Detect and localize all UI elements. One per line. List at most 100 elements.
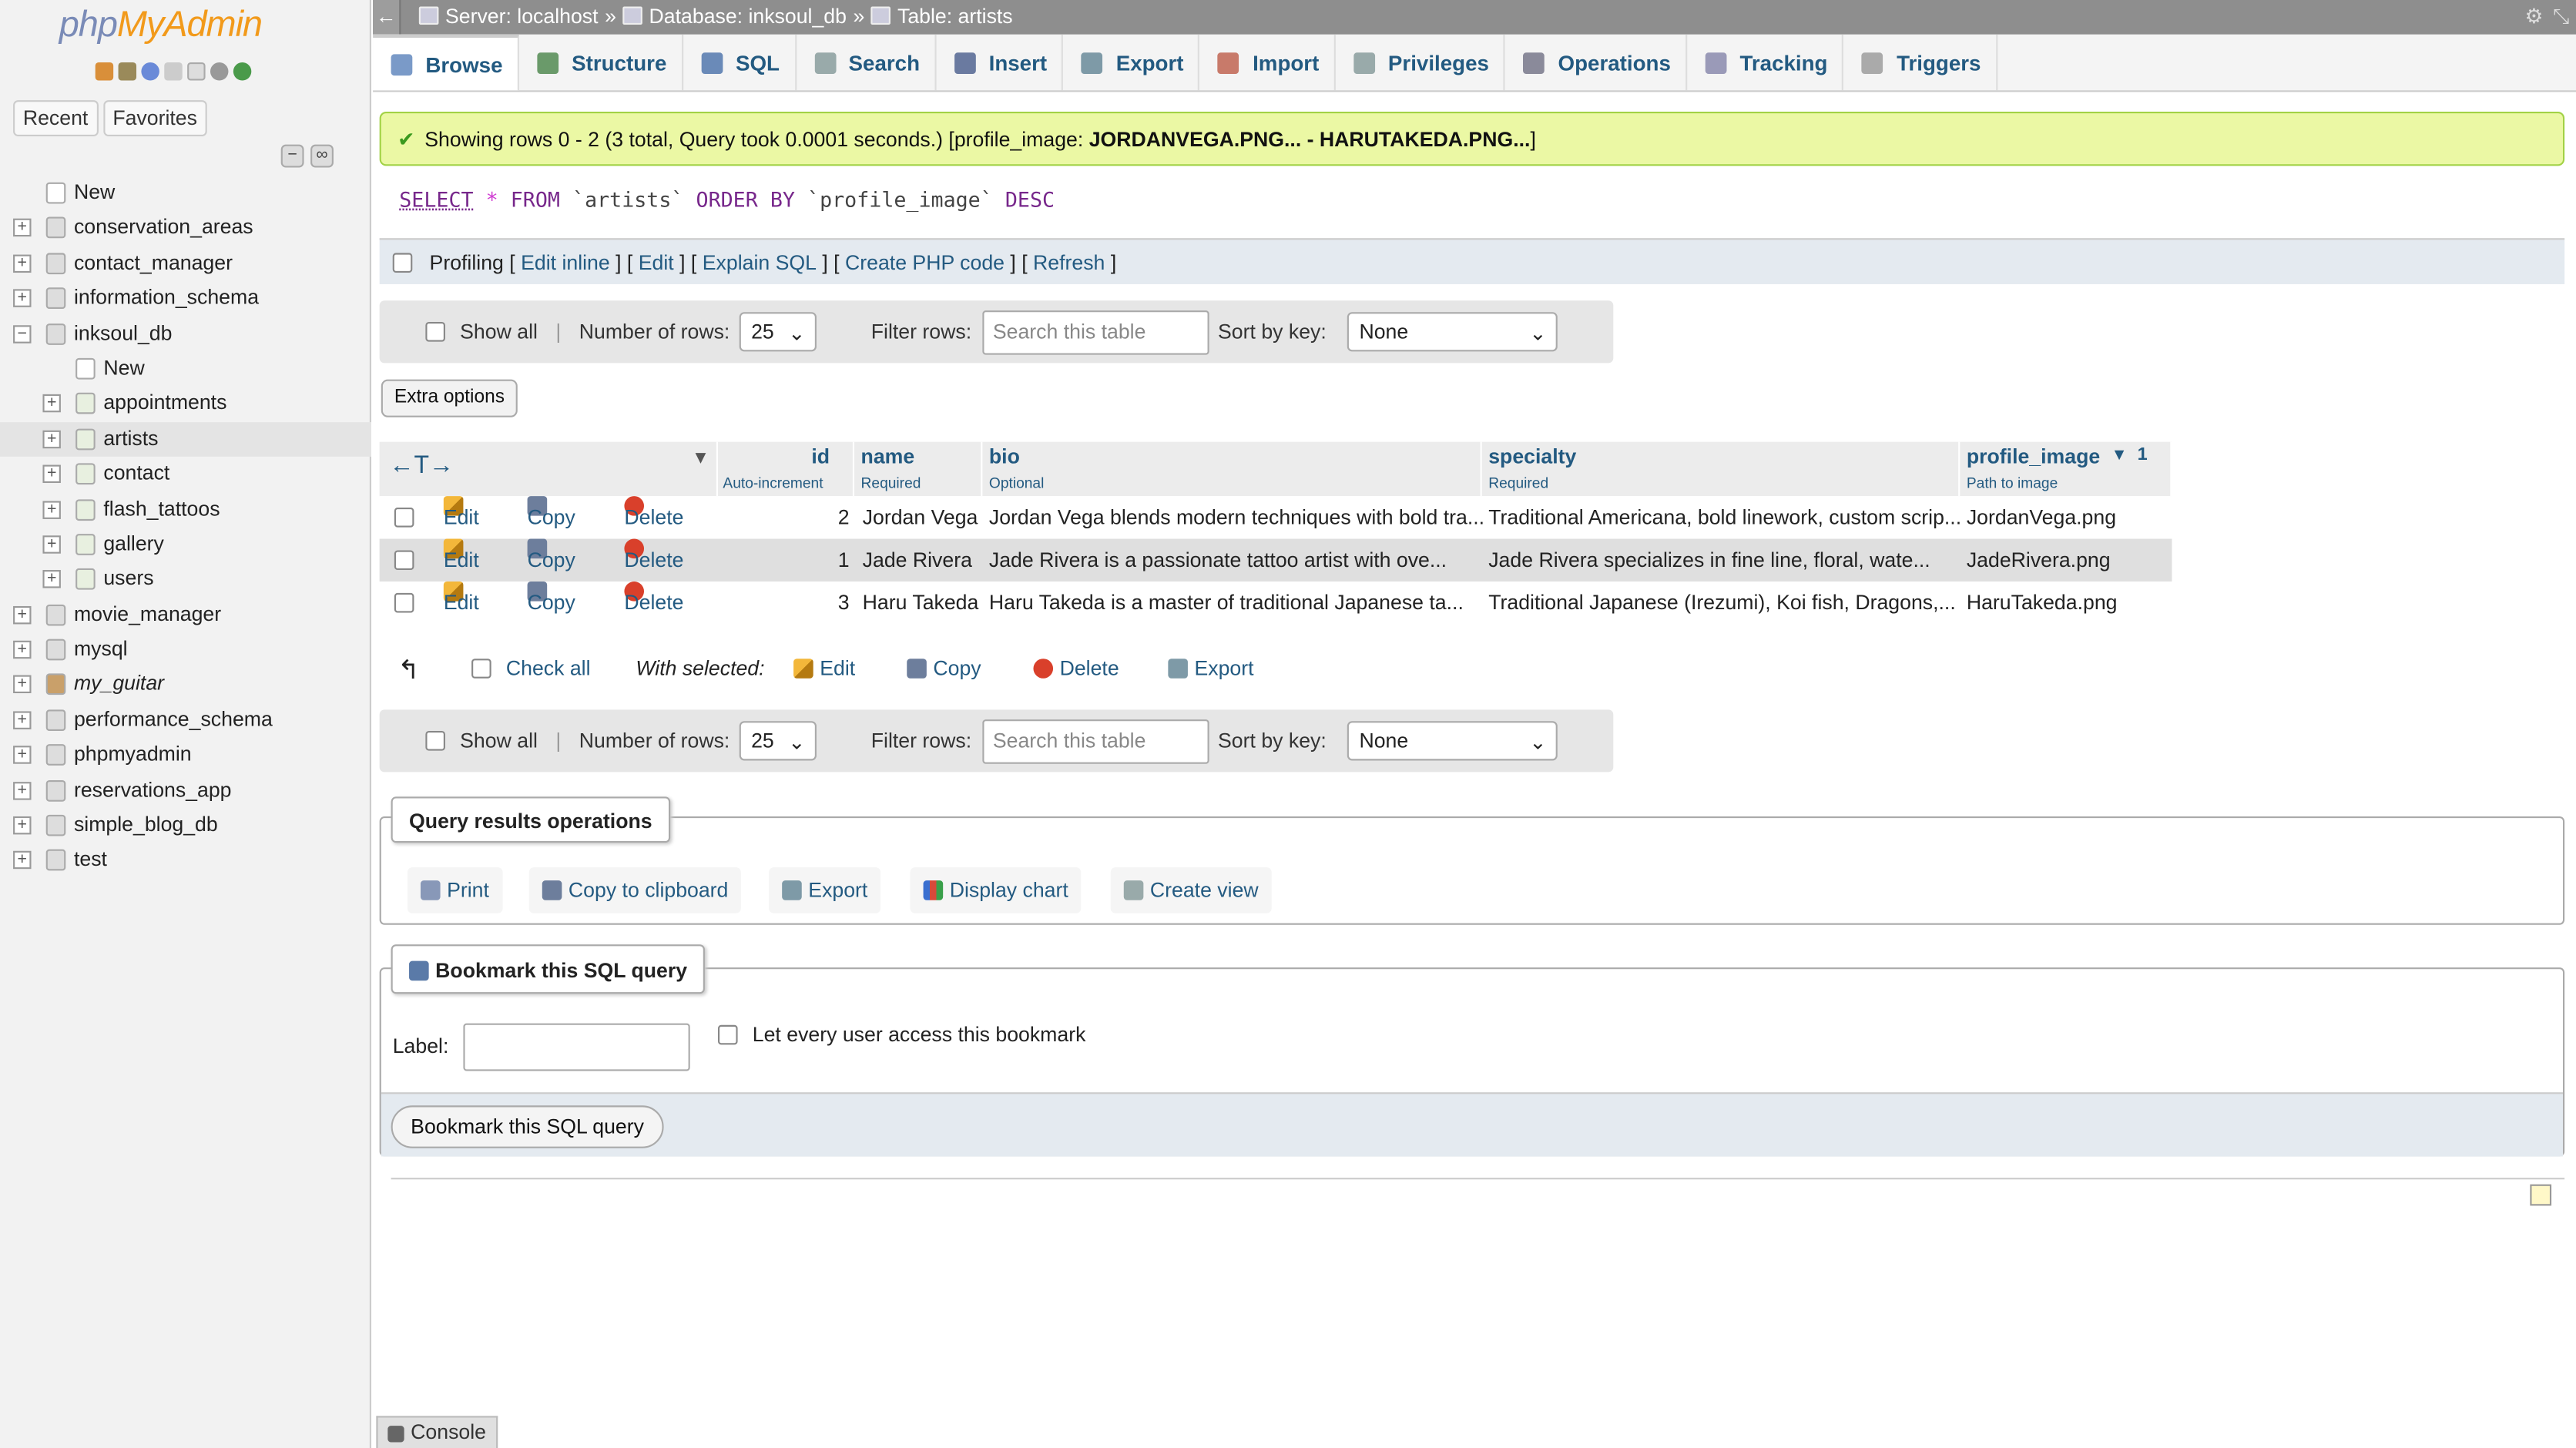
link-icon[interactable]: ∞ — [310, 144, 334, 168]
share-bookmark-checkbox[interactable] — [717, 1024, 738, 1045]
breadcrumb-server[interactable]: Server: localhost — [418, 0, 599, 35]
tree-item-database[interactable]: − inksoul_db — [0, 317, 371, 352]
tab-structure[interactable]: Structure — [519, 34, 683, 91]
cell-bio[interactable]: Jade Rivera is a passionate tattoo artis… — [989, 539, 1447, 582]
favorites-tab[interactable]: Favorites — [102, 100, 207, 137]
docs-icon[interactable] — [164, 62, 183, 81]
bulk-edit-button[interactable]: Edit — [793, 657, 855, 680]
tree-item-database[interactable]: + my_guitar — [0, 668, 371, 703]
column-arrows-icon[interactable]: ←T→ — [389, 451, 454, 479]
tree-item-database[interactable]: + information_schema — [0, 281, 371, 317]
row-checkbox[interactable] — [394, 592, 414, 613]
cell-name[interactable]: Jordan Vega — [863, 496, 978, 538]
collapse-icon[interactable]: − — [13, 324, 32, 343]
expand-icon[interactable]: + — [13, 605, 32, 624]
cell-id[interactable]: 2 — [838, 496, 850, 538]
create-php-link[interactable]: Create PHP code — [845, 250, 1005, 273]
cell-bio[interactable]: Jordan Vega blends modern techniques wit… — [989, 496, 1484, 538]
extra-options-button[interactable]: Extra options — [381, 379, 518, 417]
reload-icon[interactable] — [233, 62, 252, 81]
tree-item-database[interactable]: New — [0, 176, 371, 211]
row-checkbox[interactable] — [394, 550, 414, 571]
tab-browse[interactable]: Browse — [373, 34, 519, 91]
expand-icon[interactable]: + — [13, 254, 32, 273]
tree-item-table[interactable]: New — [0, 351, 371, 387]
column-header-id[interactable]: id Auto-increment — [718, 441, 855, 497]
bulk-delete-button[interactable]: Delete — [1033, 657, 1119, 680]
tree-item-table[interactable]: + flash_tattoos — [0, 492, 371, 528]
tree-item-table[interactable]: + appointments — [0, 387, 371, 422]
expand-icon[interactable]: + — [13, 781, 32, 799]
column-header-specialty[interactable]: specialty Required — [1482, 441, 1961, 497]
row-checkbox[interactable] — [394, 508, 414, 528]
tab-tracking[interactable]: Tracking — [1687, 34, 1844, 91]
tree-item-database[interactable]: + conservation_areas — [0, 211, 371, 246]
bulk-copy-button[interactable]: Copy — [907, 657, 981, 680]
tree-item-table[interactable]: + users — [0, 562, 371, 598]
tree-item-database[interactable]: + phpmyadmin — [0, 738, 371, 773]
show-all-checkbox[interactable] — [425, 322, 445, 342]
edit-link[interactable]: Edit — [639, 250, 674, 273]
cell-id[interactable]: 1 — [838, 539, 850, 582]
expand-icon[interactable]: + — [42, 430, 61, 448]
expand-icon[interactable]: + — [13, 711, 32, 729]
display-chart-button[interactable]: Display chart — [910, 867, 1082, 913]
tree-item-database[interactable]: + reservations_app — [0, 773, 371, 809]
cell-specialty[interactable]: Traditional Japanese (Irezumi), Koi fish… — [1488, 582, 1956, 624]
expand-icon[interactable]: + — [13, 746, 32, 765]
bookmark-query-button[interactable]: Bookmark this SQL query — [391, 1105, 664, 1148]
gear-icon[interactable]: ⚙ — [2524, 0, 2543, 35]
expand-icon[interactable]: + — [13, 219, 32, 237]
tab-import[interactable]: Import — [1200, 34, 1336, 91]
number-of-rows-select[interactable]: 25 ⌄ — [740, 721, 817, 761]
tab-search[interactable]: Search — [796, 34, 937, 91]
bulk-export-button[interactable]: Export — [1168, 657, 1254, 680]
number-of-rows-select[interactable]: 25 ⌄ — [740, 312, 817, 352]
check-all-checkbox[interactable] — [471, 659, 491, 679]
expand-icon[interactable]: + — [42, 464, 61, 484]
console-button[interactable]: Console — [376, 1416, 498, 1448]
tab-sql[interactable]: SQL — [683, 34, 797, 91]
tree-item-database[interactable]: + performance_schema — [0, 702, 371, 738]
cell-name[interactable]: Jade Rivera — [863, 539, 972, 582]
refresh-link[interactable]: Refresh — [1033, 250, 1105, 273]
copy-to-clipboard-button[interactable]: Copy to clipboard — [528, 867, 742, 913]
show-all-checkbox[interactable] — [425, 731, 445, 751]
cell-specialty[interactable]: Jade Rivera specializes in fine line, fl… — [1488, 539, 1930, 582]
recent-tab[interactable]: Recent — [13, 100, 99, 137]
tree-item-table[interactable]: + contact — [0, 457, 371, 492]
breadcrumb-database[interactable]: Database: inksoul_db — [622, 0, 847, 35]
tree-item-database[interactable]: + mysql — [0, 632, 371, 668]
back-arrow-icon[interactable]: ← — [373, 0, 401, 35]
cell-bio[interactable]: Haru Takeda is a master of traditional J… — [989, 582, 1464, 624]
tree-item-table[interactable]: + gallery — [0, 527, 371, 562]
sort-by-key-select[interactable]: None ⌄ — [1347, 721, 1558, 761]
column-header-bio[interactable]: bio Optional — [982, 441, 1482, 497]
expand-icon[interactable]: + — [42, 500, 61, 518]
tree-item-table[interactable]: + artists — [0, 421, 371, 458]
tab-insert[interactable]: Insert — [936, 34, 1064, 91]
expand-icon[interactable]: + — [42, 394, 61, 414]
explain-sql-link[interactable]: Explain SQL — [703, 250, 817, 273]
sort-dropdown-icon[interactable]: ▼ — [692, 448, 709, 468]
expand-icon[interactable]: + — [13, 640, 32, 659]
tab-triggers[interactable]: Triggers — [1844, 34, 1997, 91]
cell-profile-image[interactable]: HaruTakeda.png — [1967, 582, 2118, 624]
settings-icon[interactable] — [210, 62, 229, 81]
collapse-all-icon[interactable]: − — [280, 144, 304, 168]
logout-icon[interactable] — [118, 62, 137, 81]
copy-icon[interactable] — [187, 62, 206, 81]
expand-icon[interactable]: + — [13, 816, 32, 835]
create-view-button[interactable]: Create view — [1110, 867, 1272, 913]
cell-name[interactable]: Haru Takeda — [863, 582, 979, 624]
cell-profile-image[interactable]: JordanVega.png — [1967, 496, 2116, 538]
check-all-label[interactable]: Check all — [506, 657, 591, 680]
column-header-name[interactable]: name Required — [854, 441, 983, 497]
profiling-checkbox[interactable] — [392, 252, 413, 272]
tree-item-database[interactable]: + contact_manager — [0, 246, 371, 281]
tree-item-database[interactable]: + movie_manager — [0, 598, 371, 633]
tree-item-database[interactable]: + simple_blog_db — [0, 808, 371, 843]
breadcrumb-table[interactable]: Table: artists — [870, 0, 1013, 35]
expand-icon[interactable]: + — [13, 289, 32, 308]
tab-privileges[interactable]: Privileges — [1336, 34, 1506, 91]
